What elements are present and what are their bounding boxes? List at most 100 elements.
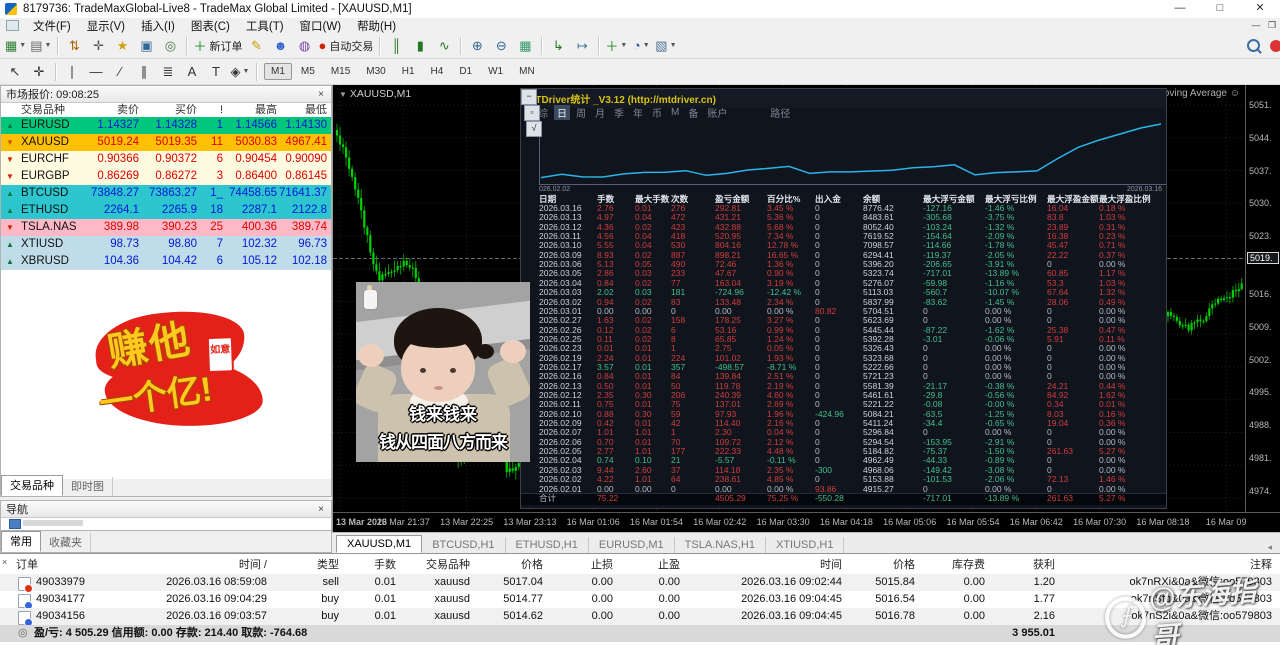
tab-交易品种[interactable]: 交易品种 (1, 475, 63, 496)
text-tool[interactable]: A (181, 61, 203, 83)
zoom-out-button[interactable]: ⊖ (490, 35, 512, 57)
periods-button[interactable]: ◔▼ (630, 35, 652, 57)
new-order-button[interactable]: ＋新订单 (192, 35, 243, 57)
formula-button[interactable]: √ (526, 121, 542, 137)
trendline-tool[interactable]: ∕ (109, 61, 131, 83)
minimize-button[interactable]: − (521, 89, 537, 105)
tab-即时图[interactable]: 即时图 (63, 477, 113, 496)
orders-column-header[interactable]: 时间 (684, 557, 842, 574)
orders-column-header[interactable]: 订单 (16, 557, 106, 574)
bar-chart-button[interactable]: ║ (385, 35, 407, 57)
news-button[interactable]: ◍ (293, 35, 315, 57)
navigator-button[interactable]: ★ (111, 35, 133, 57)
timeframe-m5[interactable]: M5 (294, 63, 322, 80)
orders-column-header[interactable]: 时间 / (110, 557, 267, 574)
orders-column-header[interactable]: 止损 (547, 557, 613, 574)
orders-column-header[interactable]: 价格 (474, 557, 543, 574)
crosshair-tool[interactable]: ✛ (28, 61, 50, 83)
stats-tab-月[interactable]: 月 (592, 105, 608, 120)
market-watch-button[interactable]: ⇅ (63, 35, 85, 57)
tab-scroll-left-icon[interactable]: ◂ (1267, 542, 1280, 553)
stats-tab-币[interactable]: 币 (649, 105, 665, 120)
auto-scroll-button[interactable]: ↳ (547, 35, 569, 57)
market-row-ethusd[interactable]: ▲ETHUSD2264.12265.9182287.12122.8 (1, 202, 331, 219)
autotrading-button[interactable]: ●自动交易 (317, 35, 374, 57)
indicators-button[interactable]: ＋▼ (604, 35, 628, 57)
chart-system-icon[interactable] (6, 20, 19, 31)
timeframe-m30[interactable]: M30 (359, 63, 392, 80)
hline-tool[interactable]: — (85, 61, 107, 83)
order-row-49034177[interactable]: 490341772026.03.16 09:04:29buy0.01xauusd… (0, 591, 1280, 608)
timeframe-h1[interactable]: H1 (395, 63, 422, 80)
search-icon[interactable] (1247, 39, 1260, 52)
market-row-xbrusd[interactable]: ▲XBRUSD104.36104.426105.12102.18 (1, 253, 331, 270)
new-chart-button[interactable]: ▦▼ (4, 35, 27, 57)
cursor-tool[interactable]: ↖ (4, 61, 26, 83)
orders-column-header[interactable]: 获利 (989, 557, 1055, 574)
stats-tab-备[interactable]: 备 (685, 105, 701, 120)
market-row-eurgbp[interactable]: ▼EURGBP0.862690.8627230.864000.86145 (1, 168, 331, 185)
time-axis[interactable]: 13 Mar 202613 Mar 21:3713 Mar 22:2513 Ma… (333, 512, 1280, 533)
market-row-btcusd[interactable]: ▲BTCUSD73848.2773863.271_74458.6571641.3… (1, 185, 331, 202)
market-row-eurusd[interactable]: ▲EURUSD1.143271.1432811.145661.14130 (1, 117, 331, 134)
stats-tab-日[interactable]: 日 (554, 105, 570, 120)
menu-item[interactable]: 文件(F) (25, 21, 79, 33)
minimize-button[interactable]: — (1160, 0, 1200, 18)
order-row-49034156[interactable]: 490341562026.03.16 09:03:57buy0.01xauusd… (0, 608, 1280, 625)
menu-item[interactable]: 显示(V) (79, 21, 133, 33)
data-window-button[interactable]: ✛ (87, 35, 109, 57)
stats-tab-M[interactable]: M (668, 107, 682, 118)
shapes-tool[interactable]: ◈▼ (229, 61, 251, 83)
price-axis[interactable]: 5019. 5051.5044.5037.5030.5023.5016.5009… (1245, 85, 1280, 512)
terminal-button[interactable]: ▣ (135, 35, 157, 57)
close-icon[interactable]: × (316, 504, 326, 515)
market-row-xauusd[interactable]: ▼XAUUSD5019.245019.35115030.834967.41 (1, 134, 331, 151)
orders-column-header[interactable]: 类型 (271, 557, 339, 574)
templates-button[interactable]: ▧▼ (654, 35, 677, 57)
community-button[interactable]: ☻ (269, 35, 291, 57)
market-row-tsla-nas[interactable]: ▼TSLA.NAS389.98390.2325400.36389.74 (1, 219, 331, 236)
zoom-in-button[interactable]: ⊕ (466, 35, 488, 57)
label-tool[interactable]: T (205, 61, 227, 83)
stats-tab-周[interactable]: 周 (573, 105, 589, 120)
tile-windows-button[interactable]: ▦ (514, 35, 536, 57)
timeframe-h4[interactable]: H4 (424, 63, 451, 80)
profiles-button[interactable]: ▤▼ (29, 35, 52, 57)
timeframe-m1[interactable]: M1 (264, 63, 292, 80)
menu-item[interactable]: 图表(C) (183, 21, 238, 33)
chart-shift-button[interactable]: ↦ (571, 35, 593, 57)
chart-tab-btcusd-h1[interactable]: BTCUSD,H1 (422, 537, 505, 553)
chart-tab-eurusd-m1[interactable]: EURUSD,M1 (589, 537, 675, 553)
menu-item[interactable]: 插入(I) (133, 21, 183, 33)
close-button[interactable]: ✕ (1240, 0, 1280, 18)
orders-column-header[interactable]: 价格 (846, 557, 915, 574)
timeframe-w1[interactable]: W1 (481, 63, 510, 80)
timeframe-mn[interactable]: MN (512, 63, 542, 80)
chart-tab-ethusd-h1[interactable]: ETHUSD,H1 (506, 537, 589, 553)
timeframe-m15[interactable]: M15 (324, 63, 357, 80)
strategy-tester-button[interactable]: ◎ (159, 35, 181, 57)
orders-column-header[interactable]: 止盈 (617, 557, 680, 574)
orders-column-header[interactable]: 交易品种 (400, 557, 470, 574)
menu-item[interactable]: 窗口(W) (292, 21, 350, 33)
tab-收藏夹[interactable]: 收藏夹 (41, 533, 91, 552)
restore-button[interactable]: ▫ (524, 105, 540, 121)
menu-item[interactable]: 帮助(H) (349, 21, 404, 33)
alert-icon[interactable] (1270, 40, 1280, 52)
maximize-button[interactable]: □ (1200, 0, 1240, 18)
order-row-49033979[interactable]: 490339792026.03.16 08:59:08sell0.01xauus… (0, 574, 1280, 591)
chevron-down-icon[interactable]: ▼ (339, 90, 347, 99)
tab-常用[interactable]: 常用 (1, 531, 41, 552)
mdi-minimize-button[interactable]: — (1248, 20, 1264, 31)
market-row-eurchf[interactable]: ▼EURCHF0.903660.9037260.904540.90090 (1, 151, 331, 168)
fibonacci-tool[interactable]: ≣ (157, 61, 179, 83)
channel-tool[interactable]: ∥ (133, 61, 155, 83)
mdi-restore-button[interactable]: ❐ (1264, 20, 1280, 31)
stats-tab-季[interactable]: 季 (611, 105, 627, 120)
timeframe-d1[interactable]: D1 (452, 63, 479, 80)
menu-item[interactable]: 工具(T) (238, 21, 292, 33)
chart-tab-xtiusd-h1[interactable]: XTIUSD,H1 (766, 537, 844, 553)
chart-tab-xauusd-m1[interactable]: XAUUSD,M1 (336, 535, 422, 553)
orders-column-header[interactable]: 库存费 (919, 557, 985, 574)
account-tree-icon[interactable] (9, 519, 21, 529)
